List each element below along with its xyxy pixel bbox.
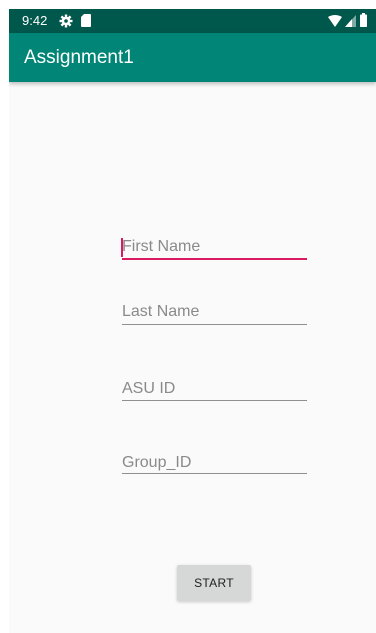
gear-icon — [59, 14, 73, 28]
wifi-icon — [328, 15, 342, 27]
app-toolbar: Assignment1 — [9, 33, 376, 82]
battery-icon — [360, 13, 367, 27]
group-id-underline — [122, 473, 307, 474]
asu-id-placeholder: ASU ID — [122, 380, 176, 397]
app-screen: 9:42 Assignment1 First Name Last Name AS… — [9, 9, 376, 633]
cell-signal-icon — [345, 15, 356, 27]
status-bar: 9:42 — [9, 9, 376, 33]
asu-id-field[interactable]: ASU ID — [122, 379, 307, 403]
last-name-placeholder: Last Name — [122, 303, 200, 320]
first-name-placeholder: First Name — [122, 238, 201, 255]
sd-card-icon — [81, 14, 91, 27]
last-name-underline — [122, 324, 307, 325]
last-name-field[interactable]: Last Name — [122, 302, 307, 326]
first-name-underline — [122, 258, 307, 260]
first-name-field[interactable]: First Name — [121, 237, 307, 261]
group-id-placeholder: Group_ID — [122, 454, 192, 471]
asu-id-underline — [122, 400, 307, 401]
app-title: Assignment1 — [24, 47, 134, 68]
start-button[interactable]: START — [177, 565, 251, 601]
group-id-field[interactable]: Group_ID — [122, 453, 307, 477]
status-time: 9:42 — [22, 13, 48, 28]
